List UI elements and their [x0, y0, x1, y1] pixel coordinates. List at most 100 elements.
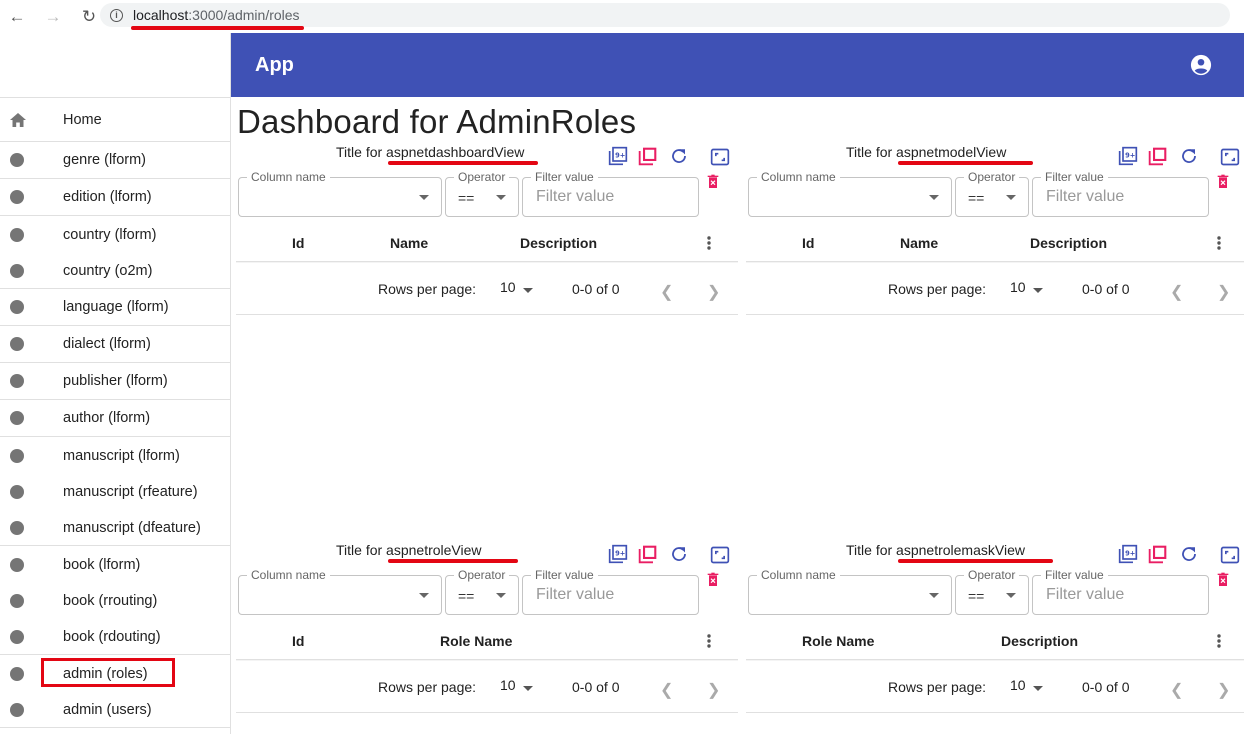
chevron-right-icon[interactable]: ❯: [1217, 680, 1230, 700]
sidebar-item-manuscript-dfeature[interactable]: manuscript (dfeature): [0, 510, 230, 546]
sidebar-item-home[interactable]: Home: [0, 98, 230, 142]
sidebar-item-label: manuscript (rfeature): [63, 484, 198, 500]
filter-none-icon[interactable]: 9+: [608, 146, 628, 166]
sidebar-item-author-lform[interactable]: author (lform): [0, 400, 230, 437]
circle-icon: [10, 485, 24, 499]
copy-icon[interactable]: [638, 544, 658, 564]
forward-icon[interactable]: →: [42, 6, 64, 28]
rows-per-page-select[interactable]: 10: [1010, 279, 1026, 295]
sidebar-item-publisher-lform[interactable]: publisher (lform): [0, 363, 230, 400]
chevron-left-icon[interactable]: ❮: [1170, 680, 1183, 700]
sidebar-item-genre-lform[interactable]: genre (lform): [0, 142, 230, 179]
refresh-icon[interactable]: [1180, 147, 1198, 165]
sidebar-item-edition-lform[interactable]: edition (lform): [0, 179, 230, 216]
panel-title-prefix: Title for: [336, 542, 387, 558]
delete-icon[interactable]: [705, 173, 721, 191]
fullscreen-icon[interactable]: [1220, 147, 1240, 167]
sidebar-item-admin-users[interactable]: admin (users): [0, 692, 230, 728]
more-vert-icon[interactable]: [707, 236, 711, 250]
refresh-icon[interactable]: [670, 147, 688, 165]
rows-per-page-select[interactable]: 10: [500, 279, 516, 295]
sidebar-item-manuscript-lform[interactable]: manuscript (lform): [0, 437, 230, 474]
operator-label: Operator: [454, 568, 510, 582]
sidebar-item-dialect-lform[interactable]: dialect (lform): [0, 326, 230, 363]
column-header[interactable]: Name: [390, 235, 428, 251]
delete-icon[interactable]: [1215, 571, 1231, 589]
column-header[interactable]: Id: [292, 633, 304, 649]
sidebar-item-country-o2m[interactable]: country (o2m): [0, 253, 230, 289]
column-header[interactable]: Id: [802, 235, 814, 251]
chevron-down-icon[interactable]: [523, 288, 533, 293]
sidebar-item-language-lform[interactable]: language (lform): [0, 289, 230, 326]
fullscreen-icon[interactable]: [710, 147, 730, 167]
data-grid-panel: Title for aspnetroleView 9+ Column name Ope…: [236, 541, 739, 716]
operator-select[interactable]: Operator ==: [955, 170, 1029, 217]
delete-icon[interactable]: [1215, 173, 1231, 191]
delete-icon[interactable]: [705, 571, 721, 589]
column-header[interactable]: Description: [520, 235, 597, 251]
operator-value: ==: [968, 588, 985, 604]
column-header[interactable]: Role Name: [440, 633, 512, 649]
column-header[interactable]: Description: [1030, 235, 1107, 251]
chevron-down-icon[interactable]: [523, 686, 533, 691]
column-header[interactable]: Id: [292, 235, 304, 251]
chevron-right-icon[interactable]: ❯: [707, 680, 720, 700]
filter-none-icon[interactable]: 9+: [1118, 544, 1138, 564]
sidebar-item-manuscript-rfeature[interactable]: manuscript (rfeature): [0, 474, 230, 510]
column-name-select[interactable]: Column name: [238, 170, 442, 217]
column-name-select[interactable]: Column name: [238, 568, 442, 615]
data-grid-panel: Title for aspnetmodelView 9+ Column name Op…: [746, 143, 1244, 318]
operator-select[interactable]: Operator ==: [955, 568, 1029, 615]
rows-per-page-select[interactable]: 10: [500, 677, 516, 693]
sidebar-item-label: genre (lform): [63, 152, 146, 168]
chevron-right-icon[interactable]: ❯: [707, 282, 720, 302]
chevron-right-icon[interactable]: ❯: [1217, 282, 1230, 302]
annotation-underline: [898, 559, 1053, 563]
svg-text:9+: 9+: [615, 152, 625, 160]
sidebar-item-book-lform[interactable]: book (lform): [0, 546, 230, 583]
fullscreen-icon[interactable]: [710, 545, 730, 565]
info-icon[interactable]: i: [110, 8, 123, 22]
account-circle-icon[interactable]: [1190, 54, 1212, 76]
more-vert-icon[interactable]: [707, 634, 711, 648]
sidebar: Home genre (lform) edition (lform) country …: [0, 33, 231, 734]
filter-none-icon[interactable]: 9+: [608, 544, 628, 564]
column-header[interactable]: Name: [900, 235, 938, 251]
refresh-icon[interactable]: [670, 545, 688, 563]
copy-icon[interactable]: [638, 146, 658, 166]
copy-icon[interactable]: [1148, 544, 1168, 564]
sidebar-item-book-rdouting[interactable]: book (rdouting): [0, 619, 230, 655]
circle-icon: [10, 594, 24, 608]
operator-select[interactable]: Operator ==: [445, 568, 519, 615]
column-name-label: Column name: [247, 170, 330, 184]
rows-per-page-select[interactable]: 10: [1010, 677, 1026, 693]
address-bar[interactable]: i localhost:3000/admin/roles: [100, 3, 1230, 27]
sidebar-item-admin-roles[interactable]: admin (roles): [0, 655, 230, 692]
sidebar-item-book-rrouting[interactable]: book (rrouting): [0, 583, 230, 619]
column-name-select[interactable]: Column name: [748, 568, 952, 615]
chevron-left-icon[interactable]: ❮: [660, 680, 673, 700]
column-name-select[interactable]: Column name: [748, 170, 952, 217]
refresh-icon[interactable]: [1180, 545, 1198, 563]
url-text[interactable]: localhost:3000/admin/roles: [133, 7, 300, 23]
filter-none-icon[interactable]: 9+: [1118, 146, 1138, 166]
reload-icon[interactable]: ↻: [78, 6, 100, 28]
more-vert-icon[interactable]: [1217, 236, 1221, 250]
chevron-left-icon[interactable]: ❮: [1170, 282, 1183, 302]
column-header[interactable]: Description: [1001, 633, 1078, 649]
fullscreen-icon[interactable]: [1220, 545, 1240, 565]
chevron-left-icon[interactable]: ❮: [660, 282, 673, 302]
operator-select[interactable]: Operator ==: [445, 170, 519, 217]
filter-value-input[interactable]: Filter value Filter value: [522, 568, 699, 615]
annotation-underline: [131, 26, 304, 30]
back-icon[interactable]: ←: [6, 6, 28, 28]
more-vert-icon[interactable]: [1217, 634, 1221, 648]
sidebar-item-country-lform[interactable]: country (lform): [0, 216, 230, 253]
chevron-down-icon[interactable]: [1033, 686, 1043, 691]
copy-icon[interactable]: [1148, 146, 1168, 166]
chevron-down-icon[interactable]: [1033, 288, 1043, 293]
filter-value-input[interactable]: Filter value Filter value: [1032, 170, 1209, 217]
filter-value-input[interactable]: Filter value Filter value: [522, 170, 699, 217]
filter-value-input[interactable]: Filter value Filter value: [1032, 568, 1209, 615]
column-header[interactable]: Role Name: [802, 633, 874, 649]
